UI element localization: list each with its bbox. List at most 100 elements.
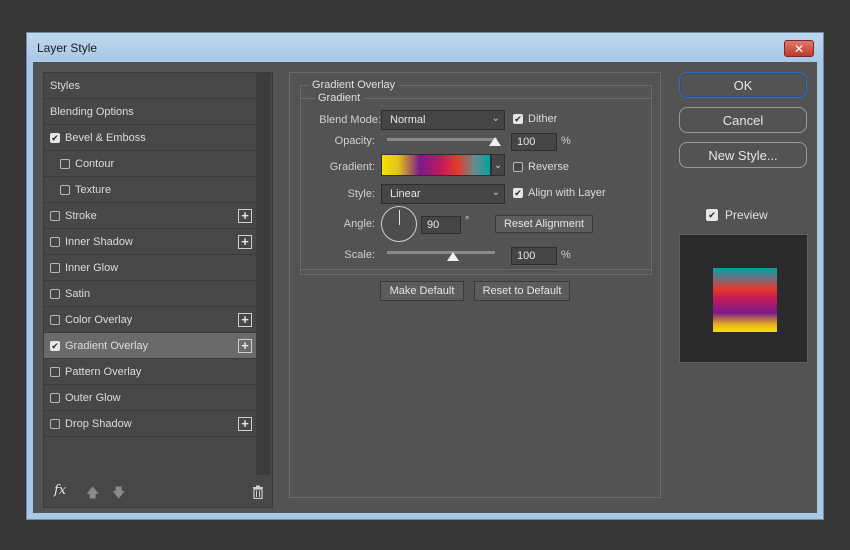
style-item-label: Inner Shadow <box>65 235 133 248</box>
list-scrollbar[interactable] <box>256 73 270 475</box>
add-icon[interactable]: + <box>238 235 252 249</box>
style-item-pattern-overlay[interactable]: Pattern Overlay <box>44 359 256 385</box>
dialog-title: Layer Style <box>37 41 98 55</box>
angle-needle <box>399 210 400 225</box>
scale-input[interactable] <box>511 247 557 265</box>
checkbox-icon[interactable] <box>60 184 70 195</box>
scale-label: Scale: <box>344 249 375 261</box>
gradient-swatch[interactable] <box>381 154 491 176</box>
angle-unit: ° <box>465 215 470 227</box>
chevron-down-icon: ⌄ <box>491 187 500 198</box>
angle-input[interactable] <box>421 216 461 234</box>
align-check-icon: ✔ <box>513 188 523 198</box>
style-item-inner-shadow[interactable]: Inner Shadow + <box>44 229 256 255</box>
style-item-label: Texture <box>75 183 112 196</box>
checkbox-icon[interactable] <box>50 418 60 429</box>
checkbox-icon[interactable] <box>50 210 60 221</box>
add-icon[interactable]: + <box>238 313 252 327</box>
add-icon[interactable]: + <box>238 417 252 431</box>
section-title: Gradient Overlay <box>309 79 399 91</box>
scale-slider-thumb[interactable] <box>447 252 459 261</box>
gradient-picker-chevron-icon[interactable]: ⌄ <box>491 154 505 176</box>
checkbox-icon[interactable] <box>50 392 60 403</box>
scale-slider-track[interactable] <box>387 251 495 254</box>
style-item-label: Satin <box>65 287 91 300</box>
reset-to-default-button[interactable]: Reset to Default <box>474 281 570 301</box>
add-icon[interactable]: + <box>238 209 252 223</box>
gradient-group: Gradient Blend Mode: Normal ⌄ ✔ Dither O… <box>300 92 652 270</box>
cancel-button[interactable]: Cancel <box>679 107 807 133</box>
style-item-contour[interactable]: Contour <box>44 151 256 177</box>
style-item-label: Color Overlay <box>65 313 133 326</box>
style-item-color-overlay[interactable]: Color Overlay + <box>44 307 256 333</box>
opacity-unit: % <box>561 135 571 147</box>
checkbox-icon[interactable] <box>60 158 70 169</box>
blend-mode-label: Blend Mode: <box>319 114 381 126</box>
style-item-label: Outer Glow <box>65 391 121 404</box>
angle-label: Angle: <box>343 218 375 230</box>
style-value: Linear <box>390 188 421 200</box>
opacity-slider-thumb[interactable] <box>489 137 501 146</box>
style-item-label: Contour <box>75 157 115 170</box>
checkbox-icon[interactable]: ✔ <box>50 132 60 143</box>
gradient-label: Gradient: <box>329 161 375 173</box>
reset-alignment-button[interactable]: Reset Alignment <box>495 215 593 233</box>
opacity-input[interactable] <box>511 133 557 151</box>
move-down-icon[interactable]: 🡇 <box>112 484 125 506</box>
style-item-satin[interactable]: Satin <box>44 281 256 307</box>
opacity-slider-track[interactable] <box>387 138 497 141</box>
dither-checkbox[interactable]: ✔ Dither <box>513 113 557 125</box>
style-item-styles[interactable]: Styles <box>44 73 256 99</box>
dialog-body: Styles Blending Options ✔ Bevel & Emboss Con… <box>33 62 817 513</box>
close-icon: ✕ <box>793 41 805 56</box>
style-item-drop-shadow[interactable]: Drop Shadow + <box>44 411 256 437</box>
align-with-layer-label: Align with Layer <box>528 187 606 199</box>
style-label: Style: <box>347 188 375 200</box>
add-icon[interactable]: + <box>238 339 252 353</box>
preview-check-icon: ✔ <box>706 209 718 221</box>
blend-mode-select[interactable]: Normal ⌄ <box>381 110 505 130</box>
style-item-texture[interactable]: Texture <box>44 177 256 203</box>
style-item-bevel-emboss[interactable]: ✔ Bevel & Emboss <box>44 125 256 151</box>
checkbox-icon[interactable] <box>50 262 60 273</box>
chevron-down-icon: ⌄ <box>491 113 500 124</box>
style-item-stroke[interactable]: Stroke + <box>44 203 256 229</box>
close-button[interactable]: ✕ <box>784 40 814 57</box>
style-select[interactable]: Linear ⌄ <box>381 184 505 204</box>
scale-unit: % <box>561 249 571 261</box>
reverse-label: Reverse <box>528 161 569 173</box>
reverse-check-icon <box>513 162 523 172</box>
move-up-icon[interactable]: 🡅 <box>86 484 99 506</box>
styles-list: Styles Blending Options ✔ Bevel & Emboss Con… <box>43 72 273 508</box>
style-item-blending-options[interactable]: Blending Options <box>44 99 256 125</box>
style-item-inner-glow[interactable]: Inner Glow <box>44 255 256 281</box>
ok-button[interactable]: OK <box>679 72 807 98</box>
preview-label: Preview <box>725 208 768 222</box>
title-bar: Layer Style ✕ <box>27 33 823 61</box>
gradient-overlay-panel: Gradient Overlay Gradient Blend Mode: No… <box>289 72 661 498</box>
reverse-checkbox[interactable]: Reverse <box>513 161 569 173</box>
checkbox-icon[interactable] <box>50 288 60 299</box>
style-item-outer-glow[interactable]: Outer Glow <box>44 385 256 411</box>
dither-label: Dither <box>528 113 558 125</box>
new-style-button[interactable]: New Style... <box>679 142 807 168</box>
checkbox-icon[interactable] <box>50 366 60 377</box>
opacity-label: Opacity: <box>334 135 375 147</box>
group-title: Gradient <box>315 92 364 104</box>
checkbox-icon[interactable]: ✔ <box>50 340 60 351</box>
preview-checkbox[interactable]: ✔ Preview <box>706 208 768 222</box>
checkbox-icon[interactable] <box>50 236 60 247</box>
checkbox-icon[interactable] <box>50 314 60 325</box>
style-item-label: Pattern Overlay <box>65 365 142 378</box>
align-with-layer-checkbox[interactable]: ✔ Align with Layer <box>513 187 606 199</box>
make-default-button[interactable]: Make Default <box>380 281 464 301</box>
style-item-gradient-overlay[interactable]: ✔ Gradient Overlay + <box>44 333 256 359</box>
style-item-label: Blending Options <box>50 105 134 118</box>
trash-icon[interactable] <box>252 485 264 499</box>
styles-list-footer: fx 🡅 🡇 <box>52 483 264 506</box>
angle-dial[interactable] <box>381 206 417 242</box>
style-item-label: Styles <box>50 79 80 92</box>
preview-thumbnail <box>713 268 777 332</box>
fx-icon[interactable]: fx <box>54 483 66 498</box>
style-item-label: Inner Glow <box>65 261 119 274</box>
